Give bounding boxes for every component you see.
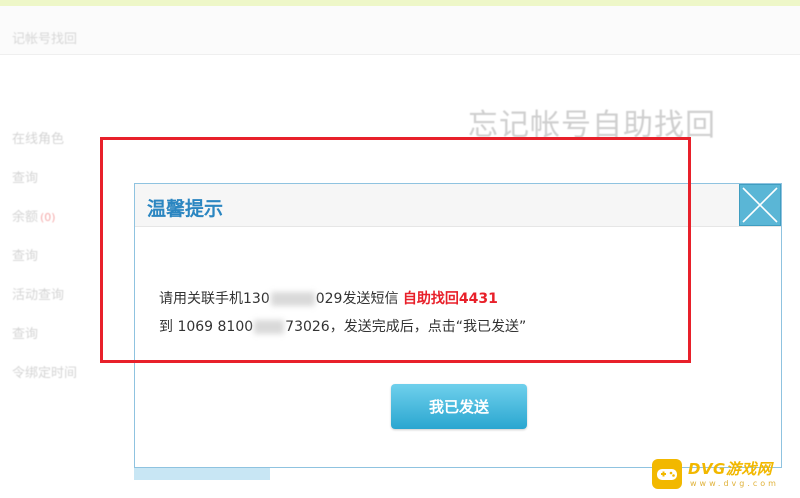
- masked-sms-digits: [254, 320, 285, 334]
- sidebar-item-label: 余额: [12, 210, 39, 225]
- sent-button[interactable]: 我已发送: [391, 384, 527, 429]
- phone-prefix: 请用关联手机130: [159, 291, 270, 307]
- watermark: DVG游戏网 www.dvg.com: [648, 455, 796, 493]
- sms-code: 自助找回4431: [402, 291, 498, 307]
- gamepad-icon: [652, 459, 682, 489]
- close-x-icon: [742, 187, 778, 223]
- sidebar-item-activity-query[interactable]: 活动查询: [12, 284, 122, 323]
- sms-number-prefix: 到 1069 8100: [159, 319, 254, 335]
- sidebar-item-label: 活动查询: [12, 288, 65, 303]
- close-button[interactable]: [739, 184, 781, 226]
- sidebar-item-query-2[interactable]: 查询: [12, 245, 122, 284]
- tip-dialog: 温馨提示 请用关联手机130 029发送短信 自助找回4431 到 1069 81…: [134, 183, 782, 468]
- sms-number-suffix: 73026，发送完成后，点击“我已发送”: [285, 319, 527, 335]
- sidebar-item-label: 查询: [12, 249, 39, 264]
- masked-phone-digits: [270, 292, 315, 306]
- bottom-tab: [134, 468, 270, 480]
- sidebar-item-query-3[interactable]: 查询: [12, 323, 122, 362]
- sidebar-item-balance[interactable]: 余额 (0): [12, 206, 122, 245]
- header-bar: 记帐号找回: [0, 6, 800, 55]
- watermark-url: www.dvg.com: [690, 479, 779, 488]
- dialog-header: 温馨提示: [135, 184, 781, 227]
- sidebar-item-label: 在线角色: [12, 132, 65, 147]
- dialog-title: 温馨提示: [147, 198, 224, 220]
- watermark-text: DVG游戏网: [688, 460, 773, 478]
- balance-badge: (0): [40, 211, 56, 224]
- sidebar-item-label: 查询: [12, 171, 39, 186]
- sidebar-item-token-bind-time[interactable]: 令绑定时间: [12, 362, 122, 401]
- breadcrumb[interactable]: 记帐号找回: [12, 28, 77, 47]
- sidebar: 在线角色 查询 余额 (0) 查询 活动查询 查询 令绑定时间: [12, 128, 122, 401]
- sidebar-item-query-1[interactable]: 查询: [12, 167, 122, 206]
- instruction-line-2: 到 1069 8100 73026，发送完成后，点击“我已发送”: [159, 316, 526, 336]
- instruction-line-1: 请用关联手机130 029发送短信 自助找回4431: [159, 288, 498, 308]
- sidebar-item-online-role[interactable]: 在线角色: [12, 128, 122, 167]
- phone-suffix: 029发送短信: [315, 291, 399, 307]
- page-title: 忘记帐号自助找回: [468, 108, 716, 143]
- sidebar-item-label: 令绑定时间: [12, 366, 78, 381]
- sidebar-item-label: 查询: [12, 327, 39, 342]
